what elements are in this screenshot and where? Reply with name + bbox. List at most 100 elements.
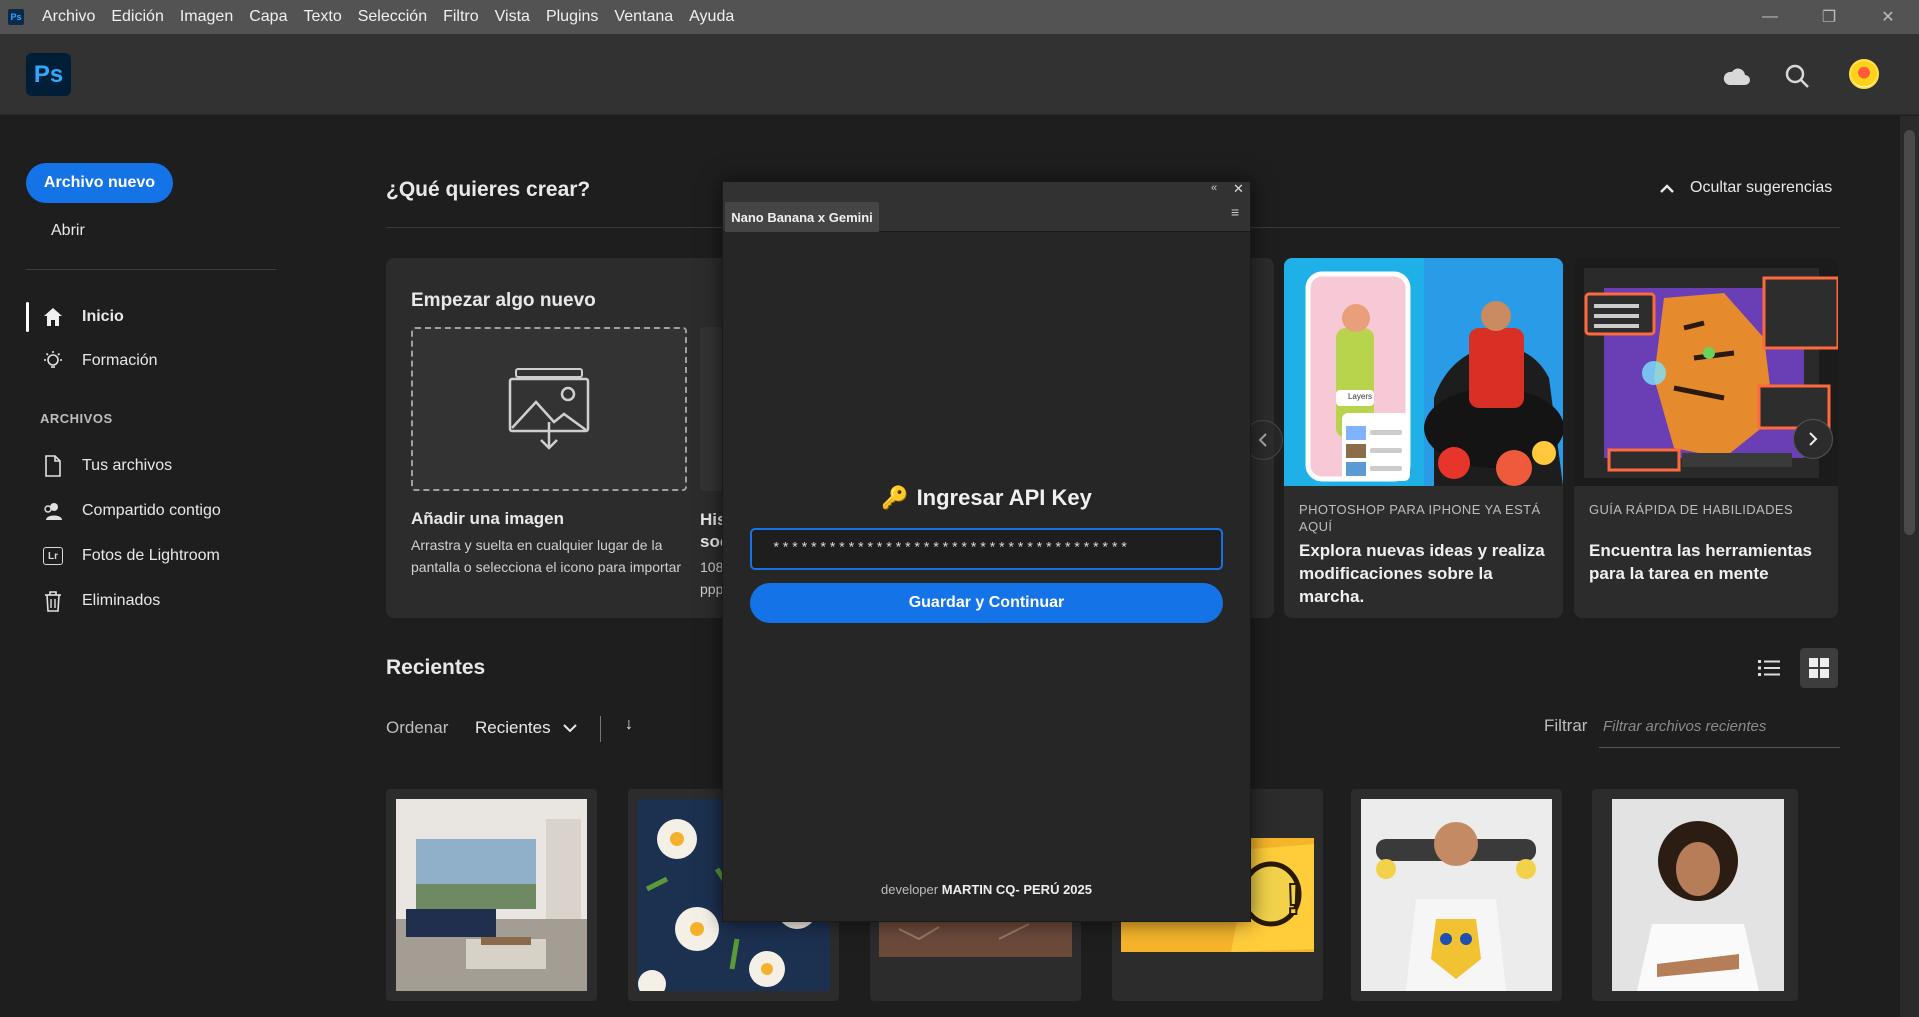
sidebar-item-lightroom[interactable]: Lr Fotos de Lightroom xyxy=(26,541,220,571)
promo-image-iphone xyxy=(1284,258,1563,486)
developer-credit: developer MARTIN CQ- PERÚ 2025 xyxy=(723,882,1250,897)
lightroom-badge: Lr xyxy=(43,547,63,565)
close-window-button[interactable]: ✕ xyxy=(1858,0,1918,34)
sort-dropdown[interactable]: Recientes xyxy=(475,718,577,738)
app-header: Ps xyxy=(0,34,1919,115)
thumb-skateboard-man xyxy=(1361,799,1552,991)
recent-file-thumb[interactable] xyxy=(1351,789,1562,1001)
collapse-panel-button[interactable]: « xyxy=(1211,182,1217,194)
photoshop-app-icon: Ps xyxy=(8,9,24,25)
filter-input[interactable] xyxy=(1599,706,1840,748)
image-import-icon xyxy=(508,368,590,450)
hide-suggestions-label: Ocultar sugerencias xyxy=(1690,179,1833,196)
promo-card-iphone[interactable]: Layers PHOTOSHOP PARA IPHONE YA ESTÁ AQU… xyxy=(1284,258,1563,618)
recent-file-thumb[interactable] xyxy=(386,789,597,1001)
search-icon[interactable] xyxy=(1779,58,1815,94)
maximize-button[interactable]: ❐ xyxy=(1799,0,1859,34)
start-card-title: Empezar algo nuevo xyxy=(411,290,596,311)
sidebar-item-label: Compartido contigo xyxy=(82,502,221,519)
sidebar-item-eliminados[interactable]: Eliminados xyxy=(26,586,160,616)
recent-file-thumb[interactable] xyxy=(1592,789,1798,1001)
sidebar-item-label: Eliminados xyxy=(82,592,161,609)
grid-view-button[interactable] xyxy=(1800,648,1838,688)
tab-nano-banana[interactable]: Nano Banana x Gemini xyxy=(725,202,879,232)
save-continue-button[interactable]: Guardar y Continuar xyxy=(750,583,1223,623)
sort-label: Ordenar xyxy=(386,718,449,737)
page-scrollbar[interactable] xyxy=(1900,116,1919,1017)
promo-title: Encuentra las herramientas para la tarea… xyxy=(1589,541,1812,583)
panel-tab-bar: Nano Banana x Gemini ≡ xyxy=(723,199,1250,232)
home-icon xyxy=(40,304,66,330)
credit-prefix: developer xyxy=(881,882,939,897)
sidebar-divider xyxy=(26,269,276,270)
sidebar-item-compartido[interactable]: Compartido contigo xyxy=(26,496,221,526)
avatar[interactable] xyxy=(1849,59,1879,89)
chevron-down-icon xyxy=(562,724,577,733)
menu-plugins[interactable]: Plugins xyxy=(546,8,598,26)
layers-badge: Layers xyxy=(1347,392,1372,401)
add-image-description: Arrastra y suelta en cualquier lugar de … xyxy=(411,537,682,575)
menu-bar: Ps Archivo Edición Imagen Capa Texto Sel… xyxy=(0,0,1919,34)
api-key-title: Ingresar API Key xyxy=(916,485,1092,510)
lightroom-icon: Lr xyxy=(40,543,66,569)
menu-imagen[interactable]: Imagen xyxy=(180,8,233,26)
carousel-next-button[interactable] xyxy=(1793,419,1833,459)
menu-archivo[interactable]: Archivo xyxy=(42,8,95,26)
menu-edicion[interactable]: Edición xyxy=(111,8,163,26)
sidebar-item-label: Tus archivos xyxy=(82,457,173,474)
photoshop-logo[interactable]: Ps xyxy=(26,53,71,96)
recents-title: Recientes xyxy=(386,656,486,679)
credit-name: MARTIN CQ- PERÚ 2025 xyxy=(941,882,1092,897)
page-title: ¿Qué quieres crear? xyxy=(386,178,591,201)
minimize-button[interactable]: — xyxy=(1740,0,1800,34)
sort-direction-button[interactable]: ↓ xyxy=(625,716,633,734)
chevron-up-icon xyxy=(1660,180,1674,196)
sidebar: Archivo nuevo Abrir Inicio Formación ARC… xyxy=(0,116,300,1017)
new-file-button[interactable]: Archivo nuevo xyxy=(26,163,173,203)
menu-filtro[interactable]: Filtro xyxy=(443,8,479,26)
files-section-title: ARCHIVOS xyxy=(40,411,113,426)
shared-user-icon xyxy=(40,498,66,524)
chevron-left-icon xyxy=(1258,433,1267,447)
open-link[interactable]: Abrir xyxy=(51,222,85,240)
sort-value: Recientes xyxy=(475,718,551,737)
sidebar-item-formacion[interactable]: Formación xyxy=(26,346,158,376)
panel-menu-icon[interactable]: ≡ xyxy=(1231,204,1239,220)
thumb-woman-portrait xyxy=(1612,799,1784,991)
thumb-living-room xyxy=(396,799,587,991)
filter-label: Filtrar xyxy=(1544,716,1588,735)
scrollbar-thumb[interactable] xyxy=(1904,130,1915,535)
menu-vista[interactable]: Vista xyxy=(495,8,530,26)
menu-ayuda[interactable]: Ayuda xyxy=(689,8,734,26)
menu-capa[interactable]: Capa xyxy=(249,8,287,26)
document-icon xyxy=(40,453,66,479)
close-panel-button[interactable]: ✕ xyxy=(1233,181,1244,197)
menu-seleccion[interactable]: Selección xyxy=(358,8,427,26)
sidebar-item-label: Formación xyxy=(82,352,158,369)
trash-icon xyxy=(40,588,66,614)
sidebar-item-label: Inicio xyxy=(82,308,124,325)
api-key-input[interactable] xyxy=(750,528,1223,570)
promo-title: Explora nuevas ideas y realiza modificac… xyxy=(1299,541,1545,606)
list-view-button[interactable] xyxy=(1750,648,1788,688)
list-view-icon xyxy=(1758,660,1780,676)
sort-divider xyxy=(600,716,601,742)
panel-title-bar[interactable]: « ✕ xyxy=(723,181,1250,199)
cloud-icon[interactable] xyxy=(1718,58,1754,94)
hide-suggestions-button[interactable]: Ocultar sugerencias xyxy=(1660,179,1832,197)
sidebar-item-inicio[interactable]: Inicio xyxy=(26,302,124,332)
add-image-dropzone[interactable] xyxy=(411,327,687,491)
key-icon: 🔑 xyxy=(881,485,909,510)
chevron-right-icon xyxy=(1809,432,1818,446)
plugin-panel: « ✕ Nano Banana x Gemini ≡ 🔑 Ingresar API… xyxy=(722,181,1251,922)
api-key-heading: 🔑 Ingresar API Key xyxy=(723,485,1250,511)
grid-view-icon xyxy=(1809,658,1829,678)
lightbulb-icon xyxy=(40,348,66,374)
svg-text:!: ! xyxy=(1286,875,1301,924)
menu-texto[interactable]: Texto xyxy=(303,8,341,26)
promo-kicker: PHOTOSHOP PARA IPHONE YA ESTÁ AQUÍ xyxy=(1299,502,1541,534)
sidebar-item-label: Fotos de Lightroom xyxy=(82,547,220,564)
add-image-title: Añadir una imagen xyxy=(411,509,565,528)
sidebar-item-tus-archivos[interactable]: Tus archivos xyxy=(26,451,172,481)
menu-ventana[interactable]: Ventana xyxy=(614,8,673,26)
